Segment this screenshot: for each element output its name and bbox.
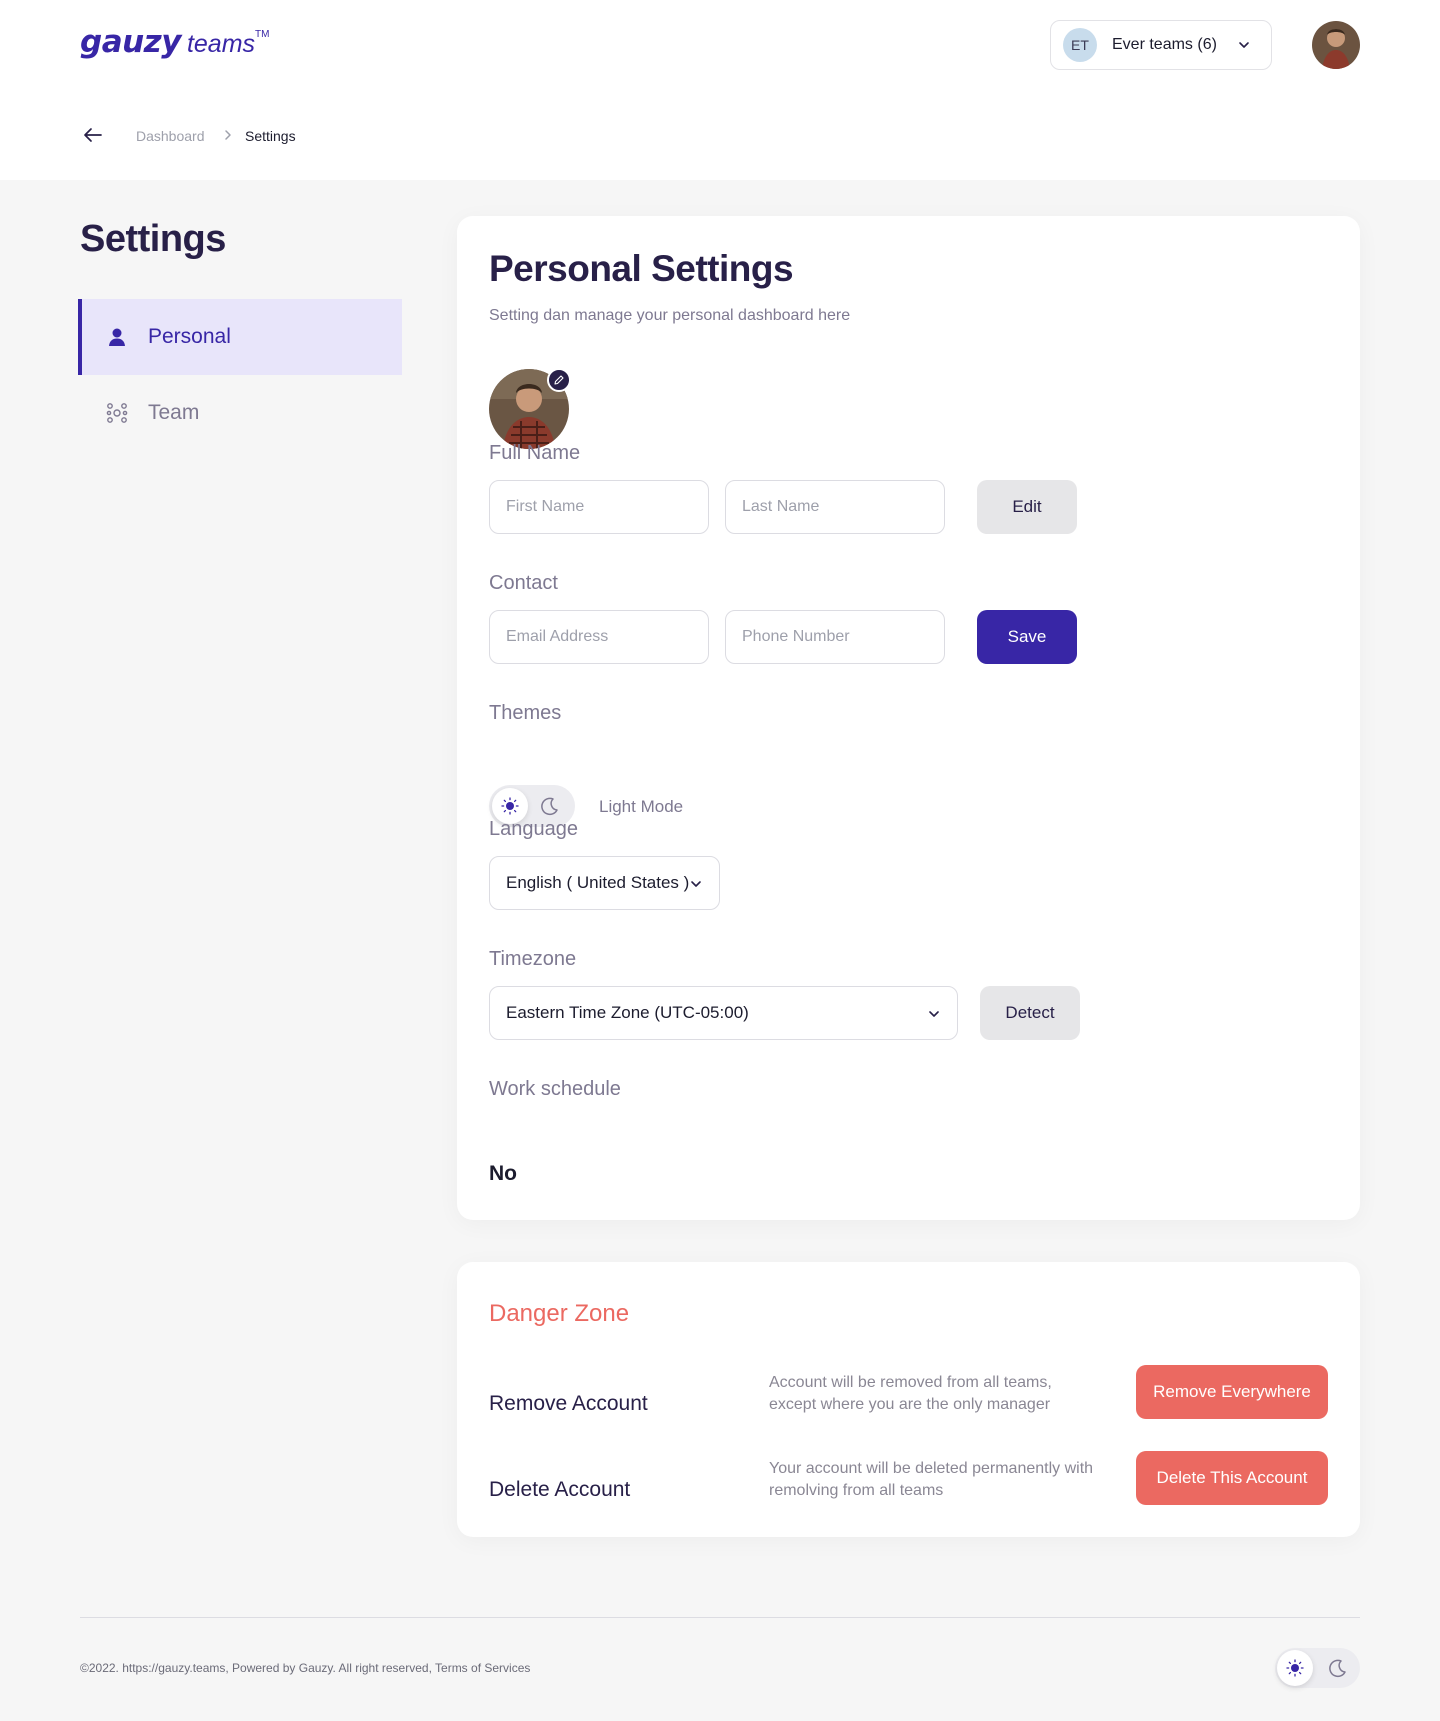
remove-account-desc: Account will be removed from all teams, … <box>769 1374 1052 1413</box>
sun-icon <box>1277 1650 1313 1686</box>
timezone-select[interactable]: Eastern Time Zone (UTC-05:00) <box>489 986 958 1040</box>
footer-copyright: ©2022. https://gauzy.teams, Powered by G… <box>80 1661 531 1675</box>
delete-account-label: Delete Account <box>489 1478 631 1501</box>
user-avatar[interactable] <box>1312 21 1360 69</box>
top-header: gauzy teams TM ET Ever teams (6) <box>0 0 1440 90</box>
gauzy-teams-logo[interactable]: gauzy teams TM <box>80 24 269 64</box>
detect-button[interactable]: Detect <box>980 986 1080 1040</box>
logo-brand: gauzy <box>80 24 181 60</box>
user-icon <box>104 324 130 350</box>
contact-label: Contact <box>489 572 558 594</box>
save-button[interactable]: Save <box>977 610 1077 664</box>
danger-zone-title: Danger Zone <box>489 1300 630 1327</box>
team-icon <box>104 400 130 426</box>
timezone-value: Eastern Time Zone (UTC-05:00) <box>506 1003 749 1022</box>
delete-account-button[interactable]: Delete This Account <box>1136 1451 1328 1505</box>
breadcrumb-bar: Dashboard Settings <box>0 90 1440 180</box>
team-selector[interactable]: ET Ever teams (6) <box>1050 20 1272 70</box>
back-arrow-icon[interactable] <box>82 124 104 146</box>
phone-field[interactable] <box>725 610 945 664</box>
chevron-down-icon <box>1239 42 1249 48</box>
work-schedule-label: Work schedule <box>489 1078 621 1100</box>
footer-divider <box>80 1617 1360 1618</box>
sidebar-title: Settings <box>80 218 226 260</box>
breadcrumb-dashboard[interactable]: Dashboard <box>136 128 205 144</box>
sidebar-item-personal[interactable]: Personal <box>78 299 402 375</box>
edit-avatar-button[interactable] <box>547 368 571 392</box>
work-schedule-value: No <box>489 1162 517 1185</box>
sidebar-item-label: Personal <box>148 325 231 348</box>
remove-everywhere-button[interactable]: Remove Everywhere <box>1136 1365 1328 1419</box>
footer-theme-toggle[interactable] <box>1275 1648 1360 1688</box>
page-title: Personal Settings <box>489 248 794 289</box>
edit-button[interactable]: Edit <box>977 480 1077 534</box>
sidebar-item-team[interactable]: Team <box>78 375 402 451</box>
logo-tm: TM <box>255 29 270 40</box>
themes-label: Themes <box>489 702 562 724</box>
team-name: Ever teams (6) <box>1112 36 1217 53</box>
danger-zone-card: Danger Zone Remove Account Account will … <box>457 1262 1360 1537</box>
email-field[interactable] <box>489 610 709 664</box>
pencil-icon <box>554 375 564 385</box>
chevron-down-icon <box>691 881 701 887</box>
team-badge: ET <box>1063 28 1097 62</box>
timezone-label: Timezone <box>489 948 577 970</box>
avatar-image <box>1312 21 1360 69</box>
chevron-right-icon <box>225 130 231 140</box>
language-label: Language <box>489 818 578 840</box>
chevron-down-icon <box>929 1011 939 1017</box>
last-name-input[interactable] <box>725 480 945 534</box>
logo-sub: teams <box>186 30 256 58</box>
language-select[interactable]: English ( United States ) <box>489 856 720 910</box>
moon-icon <box>541 797 558 816</box>
personal-settings-card: Personal Settings Setting dan manage you… <box>457 216 1360 1220</box>
remove-account-label: Remove Account <box>489 1392 648 1415</box>
first-name-input[interactable] <box>489 480 709 534</box>
delete-account-desc: Your account will be deleted permanently… <box>769 1460 1094 1499</box>
theme-mode-text: Light Mode <box>599 797 684 816</box>
breadcrumb-settings: Settings <box>245 128 296 144</box>
page-subtitle: Setting dan manage your personal dashboa… <box>489 307 851 324</box>
full-name-label: Full Name <box>489 442 581 464</box>
moon-icon <box>1329 1659 1346 1678</box>
sidebar-item-label: Team <box>148 401 200 424</box>
language-value: English ( United States ) <box>506 873 690 892</box>
